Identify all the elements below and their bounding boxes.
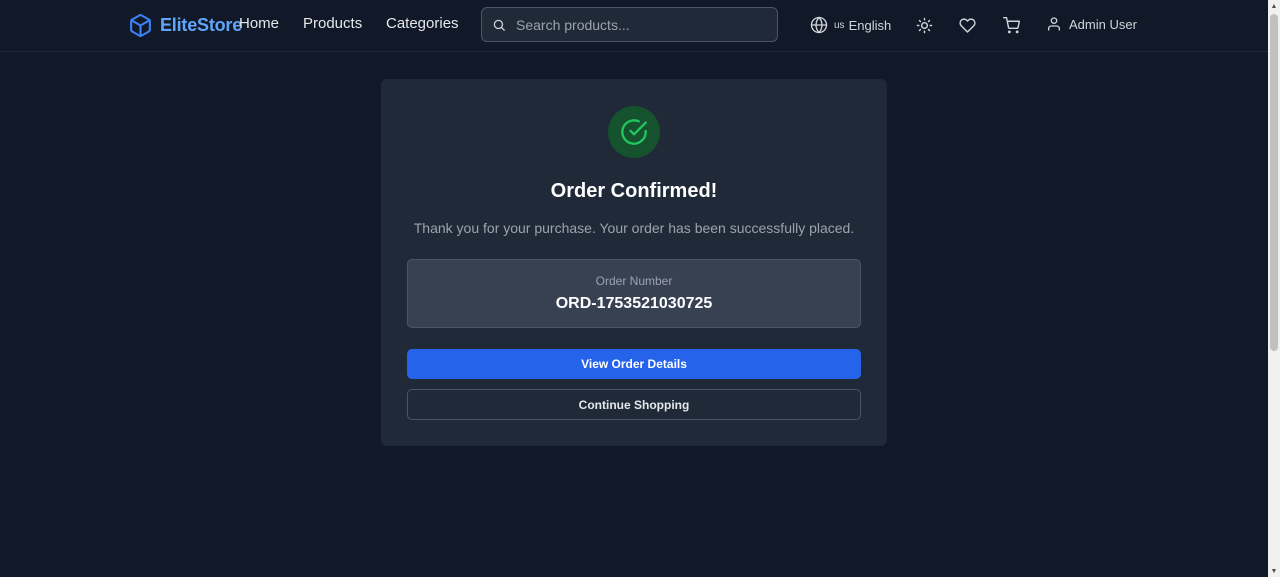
- scroll-up-arrow-icon[interactable]: ▲: [1270, 2, 1278, 10]
- user-menu-button[interactable]: Admin User: [1046, 16, 1137, 32]
- vertical-scrollbar[interactable]: ▲ ▼: [1268, 0, 1280, 577]
- view-order-details-button[interactable]: View Order Details: [407, 349, 861, 379]
- language-label: English: [848, 17, 892, 33]
- confirmation-title: Order Confirmed!: [550, 180, 718, 202]
- order-number-label: Order Number: [595, 274, 673, 288]
- page: EliteStore Home Products Categories us E…: [0, 0, 1280, 577]
- order-number-box: Order Number ORD-1753521030725: [407, 259, 861, 328]
- cart-icon: [1002, 16, 1020, 33]
- top-navbar: EliteStore Home Products Categories us E…: [0, 0, 1268, 52]
- user-icon: [1048, 17, 1060, 31]
- brand-logo[interactable]: EliteStore: [128, 12, 242, 38]
- cart-button[interactable]: [1001, 15, 1021, 35]
- box-icon: [130, 13, 151, 37]
- order-confirmation-card: Order Confirmed! Thank you for your purc…: [381, 79, 887, 446]
- language-flag: us: [834, 19, 845, 31]
- order-number-value: ORD-1753521030725: [555, 295, 713, 312]
- nav-home[interactable]: Home: [239, 15, 279, 32]
- confirmation-message: Thank you for your purchase. Your order …: [413, 220, 855, 236]
- scroll-down-arrow-icon[interactable]: ▼: [1270, 567, 1278, 575]
- heart-icon: [958, 17, 976, 33]
- brand-name: EliteStore: [160, 14, 243, 35]
- sun-icon: [916, 17, 932, 33]
- continue-shopping-button[interactable]: Continue Shopping: [407, 389, 861, 420]
- check-circle-icon: [621, 119, 647, 145]
- success-badge: [608, 106, 660, 158]
- theme-toggle-button[interactable]: [914, 15, 934, 35]
- language-selector[interactable]: us English: [810, 16, 891, 34]
- search-box: [481, 7, 778, 42]
- search-icon: [493, 19, 505, 31]
- nav-categories[interactable]: Categories: [386, 15, 459, 32]
- wishlist-button[interactable]: [957, 15, 977, 35]
- nav-products[interactable]: Products: [303, 15, 362, 32]
- scrollbar-thumb[interactable]: [1270, 14, 1278, 351]
- user-name: Admin User: [1069, 16, 1137, 32]
- search-input[interactable]: [516, 16, 766, 33]
- globe-icon: [810, 16, 828, 34]
